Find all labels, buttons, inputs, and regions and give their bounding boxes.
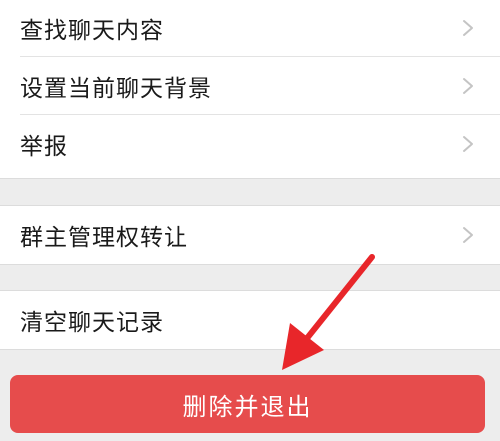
set-chat-background-row[interactable]: 设置当前聊天背景 [0, 57, 500, 115]
delete-and-exit-button[interactable]: 删除并退出 [10, 375, 485, 433]
clear-chat-history-label: 清空聊天记录 [20, 310, 164, 336]
report-label: 举报 [20, 134, 68, 160]
chevron-right-icon [463, 136, 473, 152]
settings-group-chat: 查找聊天内容 设置当前聊天背景 举报 [0, 0, 500, 179]
search-chat-content-label: 查找聊天内容 [20, 18, 164, 44]
settings-group-history: 清空聊天记录 [0, 290, 500, 350]
clear-chat-history-row[interactable]: 清空聊天记录 [0, 291, 500, 349]
transfer-ownership-row[interactable]: 群主管理权转让 [0, 206, 500, 264]
report-row[interactable]: 举报 [0, 115, 500, 173]
search-chat-content-row[interactable]: 查找聊天内容 [0, 0, 500, 57]
set-chat-background-label: 设置当前聊天背景 [20, 76, 212, 102]
settings-group-owner: 群主管理权转让 [0, 205, 500, 265]
chevron-right-icon [463, 20, 473, 36]
transfer-ownership-label: 群主管理权转让 [20, 225, 188, 251]
chevron-right-icon [463, 227, 473, 243]
chevron-right-icon [463, 78, 473, 94]
